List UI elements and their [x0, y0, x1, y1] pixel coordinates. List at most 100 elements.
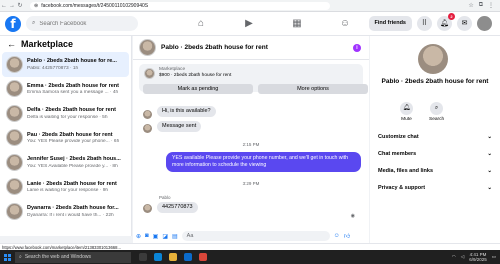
clock-date: 6/9/2025 [469, 257, 487, 262]
sticker-icon[interactable]: ◪ [162, 233, 168, 240]
profile-avatar[interactable] [477, 16, 492, 31]
menu-grid-icon[interactable]: ⠿ [417, 16, 432, 31]
camera-icon[interactable]: ◙ [145, 233, 149, 239]
site-info-icon[interactable]: ⊜ [34, 3, 38, 9]
chrome-icon[interactable] [199, 253, 207, 261]
taskbar-clock[interactable]: 4:41 PM 6/9/2025 [469, 252, 487, 262]
edge-icon[interactable] [154, 253, 162, 261]
conversation-details-panel: Pablo · 2beds 2bath house for rent 🔔︎ Mu… [370, 36, 500, 243]
reload-icon[interactable]: ↻ [16, 2, 24, 9]
facebook-logo[interactable]: f [5, 15, 21, 32]
row-label: Chat members [378, 151, 417, 157]
row-label: Customize chat [378, 134, 419, 140]
mute-label: Mute [401, 117, 412, 122]
listing-thumbnail [144, 67, 155, 79]
taskbar-search-text: Search the web and Windows [24, 253, 91, 260]
conversation-title: Dyanarra · 2beds 2bath house for... [27, 205, 119, 211]
incoming-message: Hi, is this available? [157, 106, 216, 117]
conversation-item[interactable]: Jennifer Susej · 2beds 2bath hous... You… [2, 150, 129, 175]
media-files-links-row[interactable]: Media, files and links ⌄ [378, 168, 492, 174]
chat-title[interactable]: Pablo · 2beds 2bath house for rent [161, 44, 268, 51]
conversation-item[interactable]: Lanie · 2beds 2bath house for rent Lanie… [2, 175, 129, 200]
forward-icon[interactable]: → [8, 3, 16, 9]
taskbar-search[interactable]: ⌕ Search the web and Windows [15, 251, 131, 263]
browser-toolbar: ← → ↻ ⊜ facebook.com/messages/t/24500110… [0, 0, 500, 12]
search-conversation-button[interactable]: ⌕ Search [429, 102, 444, 122]
info-icon[interactable]: i [353, 43, 361, 52]
volume-icon[interactable]: ◁ [461, 254, 464, 260]
more-options-button[interactable]: More options [258, 84, 368, 94]
messenger-icon[interactable]: ✉ [457, 16, 472, 31]
conversation-item[interactable]: Pau · 2beds 2bath house for rent You: YE… [2, 126, 129, 151]
sender-avatar [143, 204, 152, 213]
mark-as-pending-button[interactable]: Mark as pending [143, 84, 253, 94]
conversation-title: Emma · 2beds 2bath house for rent [27, 82, 119, 89]
conversation-preview: You: YES Available Please provide y... ·… [27, 163, 118, 169]
home-icon[interactable]: ⌂ [195, 18, 207, 30]
message-input[interactable]: Aa [181, 231, 330, 241]
network-icon[interactable]: ◠ [452, 254, 456, 260]
conversation-item[interactable]: Delfa · 2beds 2bath house for rent Delfa… [2, 101, 129, 126]
listing-thumbnail [6, 153, 23, 171]
groups-icon[interactable]: ☺ [339, 18, 351, 30]
bookmark-icon[interactable]: ☆ [468, 2, 473, 9]
conversation-preview: You: YES Please provide your phone... · … [27, 139, 120, 144]
gif-icon[interactable]: ▤ [172, 233, 178, 240]
notification-badge: 2 [448, 13, 455, 20]
conversation-preview: Emma Samora sent you a message ... · 4h [27, 90, 119, 95]
store-icon[interactable] [184, 253, 192, 261]
task-view-icon[interactable] [139, 253, 147, 261]
conversation-title: Pau · 2beds 2bath house for rent [27, 131, 113, 138]
conversation-item[interactable]: Pablo · 2beds 2bath house for re... Pabl… [2, 52, 129, 77]
like-icon[interactable]: 👍︎ [344, 232, 350, 240]
extensions-icon[interactable]: ⧉ [479, 2, 483, 9]
customize-chat-row[interactable]: Customize chat ⌄ [378, 134, 492, 140]
emoji-icon[interactable]: ☺ [334, 233, 340, 239]
marketplace-title: Marketplace [21, 39, 74, 49]
chat-avatar[interactable] [139, 39, 156, 56]
video-icon[interactable]: ▶ [243, 18, 255, 30]
mute-button[interactable]: 🔔︎ Mute [400, 102, 413, 122]
add-icon[interactable]: ⊕ [136, 233, 141, 240]
notifications-icon[interactable]: 🔔︎ 2 [437, 13, 455, 31]
listing-thumbnail [6, 104, 23, 122]
find-friends-button[interactable]: Find friends [368, 16, 412, 31]
address-bar[interactable]: ⊜ facebook.com/messages/t/24500110102909… [30, 1, 330, 10]
top-navigation: ⌂ ▶ ▦ ☺ [195, 12, 351, 36]
chat-panel: Pablo · 2beds 2bath house for rent i Mar… [133, 36, 369, 243]
listing-thumbnail [6, 129, 23, 147]
search-input[interactable] [39, 20, 130, 27]
conversation-preview: Pablo: 4425770873 · 1h [27, 65, 79, 71]
marketplace-icon[interactable]: ▦ [291, 18, 303, 30]
conversation-title: Jennifer Susej · 2beds 2bath hous... [27, 156, 121, 162]
listing-thumbnail [6, 80, 23, 98]
search-icon: ⌕ [430, 102, 444, 115]
back-arrow-icon[interactable]: ← [7, 39, 16, 49]
conversation-title: Lanie · 2beds 2bath house for rent [27, 180, 117, 187]
search-box[interactable]: ⌕ [26, 16, 138, 31]
message-composer: ⊕ ◙ ▣ ◪ ▤ Aa ☺ 👍︎ [133, 229, 369, 243]
conversation-item[interactable]: Emma · 2beds 2bath house for rent Emma S… [2, 77, 129, 102]
timestamp: 2:15 PM [242, 142, 260, 147]
browser-menu-icon[interactable]: ⋮ [488, 2, 494, 9]
marketplace-conversation-list: ← Marketplace Pablo · 2beds 2bath house … [0, 36, 132, 236]
notification-center-icon[interactable]: ▭ [492, 254, 496, 260]
marketplace-heading: ← Marketplace [0, 36, 131, 52]
sender-avatar [143, 110, 152, 119]
outgoing-message: YES available Please provide your phone … [166, 152, 361, 172]
chevron-down-icon: ⌄ [487, 185, 492, 191]
sender-avatar [143, 124, 152, 133]
windows-start-icon[interactable] [4, 253, 11, 261]
back-icon[interactable]: ← [0, 3, 8, 9]
listing-thumbnail [6, 202, 23, 220]
privacy-support-row[interactable]: Privacy & support ⌄ [378, 185, 492, 191]
windows-taskbar: ⌕ Search the web and Windows ◠ ◁ 4:41 PM… [0, 250, 500, 264]
file-explorer-icon[interactable] [169, 253, 177, 261]
image-icon[interactable]: ▣ [153, 233, 159, 240]
seen-indicator-icon: ◉ [350, 213, 355, 219]
listing-avatar [418, 44, 448, 74]
conversation-item[interactable]: Dyanarra · 2beds 2bath house for... Dyan… [2, 199, 129, 224]
chevron-down-icon: ⌄ [487, 151, 492, 157]
chat-members-row[interactable]: Chat members ⌄ [378, 151, 492, 157]
url-text: facebook.com/messages/t/2450011010290940… [41, 2, 149, 9]
